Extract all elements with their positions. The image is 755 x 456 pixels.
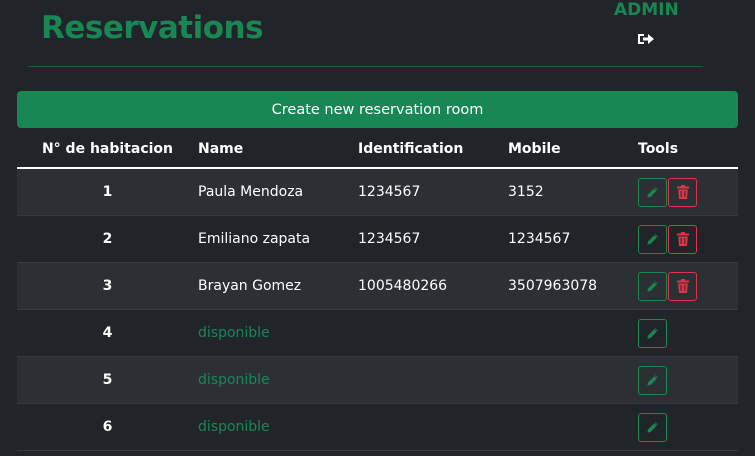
name-cell: Paula Mendoza bbox=[198, 168, 358, 216]
mobile-cell: 3507963078 bbox=[508, 262, 638, 310]
table-row: 3 Brayan Gomez 1005480266 3507963078 bbox=[17, 262, 738, 310]
table-row: 4 disponible bbox=[17, 309, 738, 357]
pencil-icon bbox=[646, 421, 659, 434]
name-cell: disponible bbox=[198, 356, 358, 404]
header-divider bbox=[28, 66, 703, 67]
room-number-cell: 6 bbox=[17, 403, 198, 451]
page-title: Reservations bbox=[41, 10, 264, 46]
mobile-cell: 3152 bbox=[508, 168, 638, 216]
trash-icon bbox=[676, 279, 689, 293]
mobile-cell: 1234567 bbox=[508, 215, 638, 263]
reservations-table: N° de habitacion Name Identification Mob… bbox=[17, 131, 738, 451]
identification-cell: 1234567 bbox=[358, 215, 508, 263]
identification-cell: 1005480266 bbox=[358, 262, 508, 310]
pencil-icon bbox=[646, 186, 659, 199]
mobile-cell bbox=[508, 309, 638, 357]
identification-cell bbox=[358, 356, 508, 404]
edit-button[interactable] bbox=[638, 177, 667, 207]
column-header-identification: Identification bbox=[358, 131, 508, 169]
tools-cell bbox=[638, 309, 738, 357]
room-number-cell: 2 bbox=[17, 215, 198, 263]
mobile-cell bbox=[508, 403, 638, 451]
tools-cell bbox=[638, 356, 738, 404]
edit-button[interactable] bbox=[638, 271, 667, 301]
sign-out-icon[interactable] bbox=[637, 31, 655, 47]
name-cell: disponible bbox=[198, 403, 358, 451]
edit-button[interactable] bbox=[638, 412, 667, 442]
column-header-tools: Tools bbox=[638, 131, 738, 169]
delete-button[interactable] bbox=[668, 177, 697, 207]
room-number-cell: 3 bbox=[17, 262, 198, 310]
name-cell: disponible bbox=[198, 309, 358, 357]
table-row: 2 Emiliano zapata 1234567 1234567 bbox=[17, 215, 738, 263]
name-cell: Brayan Gomez bbox=[198, 262, 358, 310]
room-number-cell: 1 bbox=[17, 168, 198, 216]
identification-cell: 1234567 bbox=[358, 168, 508, 216]
pencil-icon bbox=[646, 233, 659, 246]
edit-button[interactable] bbox=[638, 224, 667, 254]
trash-icon bbox=[676, 232, 689, 246]
edit-button[interactable] bbox=[638, 318, 667, 348]
delete-button[interactable] bbox=[668, 224, 697, 254]
trash-icon bbox=[676, 185, 689, 199]
column-header-room: N° de habitacion bbox=[17, 131, 198, 169]
tools-cell bbox=[638, 168, 738, 216]
user-label[interactable]: ADMIN bbox=[614, 0, 679, 20]
create-reservation-button[interactable]: Create new reservation room bbox=[17, 91, 738, 128]
name-cell: Emiliano zapata bbox=[198, 215, 358, 263]
tools-cell bbox=[638, 262, 738, 310]
table-header-row: N° de habitacion Name Identification Mob… bbox=[17, 131, 738, 169]
room-number-cell: 5 bbox=[17, 356, 198, 404]
tools-cell bbox=[638, 215, 738, 263]
table-row: 6 disponible bbox=[17, 403, 738, 451]
mobile-cell bbox=[508, 356, 638, 404]
table-row: 1 Paula Mendoza 1234567 3152 bbox=[17, 168, 738, 216]
edit-button[interactable] bbox=[638, 365, 667, 395]
room-number-cell: 4 bbox=[17, 309, 198, 357]
pencil-icon bbox=[646, 374, 659, 387]
pencil-icon bbox=[646, 327, 659, 340]
identification-cell bbox=[358, 403, 508, 451]
tools-cell bbox=[638, 403, 738, 451]
identification-cell bbox=[358, 309, 508, 357]
column-header-mobile: Mobile bbox=[508, 131, 638, 169]
table-row: 5 disponible bbox=[17, 356, 738, 404]
delete-button[interactable] bbox=[668, 271, 697, 301]
column-header-name: Name bbox=[198, 131, 358, 169]
pencil-icon bbox=[646, 280, 659, 293]
